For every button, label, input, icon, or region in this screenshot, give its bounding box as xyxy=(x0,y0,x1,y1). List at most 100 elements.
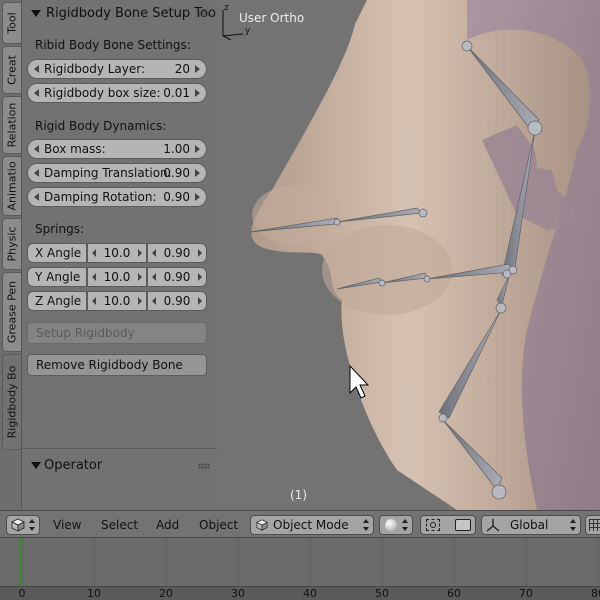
tab-grease-pencil[interactable]: Grease Pen xyxy=(2,272,21,352)
rigidbody-box-size-field[interactable]: Rigidbody box size: 0.01 xyxy=(27,83,207,103)
spring-damping-field[interactable]: 0.90 xyxy=(147,243,207,263)
decrement-arrow-icon[interactable] xyxy=(34,89,39,97)
object-mode-icon xyxy=(256,519,268,531)
button-label: Remove Rigidbody Bone xyxy=(36,358,183,372)
timeline-grid-line xyxy=(22,538,23,586)
tab-physics[interactable]: Physic xyxy=(2,218,21,270)
bone-joint[interactable] xyxy=(378,279,386,287)
orientation-label: Global xyxy=(510,518,549,532)
increment-arrow-icon[interactable] xyxy=(198,273,202,281)
spring-label: X Angle xyxy=(27,243,87,263)
panel-header[interactable]: Rigidbody Bone Setup Tool xyxy=(22,0,220,28)
field-value: 0.90 xyxy=(163,190,190,204)
tab-relations[interactable]: Relation xyxy=(2,96,21,154)
editor-type-button[interactable] xyxy=(6,515,40,535)
bone-joint[interactable] xyxy=(495,302,507,314)
pivot-point-icon[interactable] xyxy=(426,519,440,531)
decrement-arrow-icon[interactable] xyxy=(34,65,39,73)
field-value: 1.00 xyxy=(163,142,190,156)
spring-damping-field[interactable]: 0.90 xyxy=(147,291,207,311)
timeline-ruler[interactable]: 0 10 20 30 40 50 60 70 80 xyxy=(0,586,600,600)
menu-object[interactable]: Object xyxy=(199,518,238,532)
bone-joint[interactable] xyxy=(438,413,448,423)
tab-tool[interactable]: Tool xyxy=(2,2,21,44)
spring-angle-field[interactable]: 10.0 xyxy=(87,243,147,263)
menu-add[interactable]: Add xyxy=(156,518,179,532)
spring-angle-field[interactable]: 10.0 xyxy=(87,267,147,287)
increment-arrow-icon[interactable] xyxy=(195,169,200,177)
timeline-tick-label: 80 xyxy=(591,587,600,600)
tab-label: Rigidbody Bo xyxy=(5,365,19,439)
field-value: 20 xyxy=(174,62,190,76)
drag-grip-icon[interactable] xyxy=(198,463,210,469)
increment-arrow-icon[interactable] xyxy=(195,65,200,73)
spring-row-x: X Angle 10.0 0.90 xyxy=(27,243,207,263)
solid-shading-icon xyxy=(385,519,397,531)
setup-rigidbody-button[interactable]: Setup Rigidbody xyxy=(27,322,207,344)
increment-arrow-icon[interactable] xyxy=(195,193,200,201)
field-label: Damping Rotation: xyxy=(44,190,157,204)
timeline-tick-label: 60 xyxy=(447,587,461,600)
field-value: 0.90 xyxy=(163,166,190,180)
bone-joint[interactable] xyxy=(508,265,518,275)
box-mass-field[interactable]: Box mass: 1.00 xyxy=(27,139,207,159)
view3d-header: View Select Add Object Object Mode Globa… xyxy=(0,510,600,538)
increment-arrow-icon[interactable] xyxy=(138,273,142,281)
spring-damping-field[interactable]: 0.90 xyxy=(147,267,207,287)
timeline-grid-line xyxy=(238,538,239,586)
timeline-tick-label: 10 xyxy=(87,587,101,600)
bone-joint[interactable] xyxy=(423,275,431,283)
mode-dropdown[interactable]: Object Mode xyxy=(250,515,374,535)
spring-label-text: Z Angle xyxy=(35,294,82,308)
timeline-tick-label: 20 xyxy=(159,587,173,600)
bone-joint[interactable] xyxy=(527,120,543,136)
proportional-edit-icon[interactable] xyxy=(455,519,471,531)
decrement-arrow-icon[interactable] xyxy=(34,169,39,177)
viewport-shading-dropdown[interactable] xyxy=(379,515,413,535)
dropdown-arrows-icon xyxy=(402,519,409,531)
increment-arrow-icon[interactable] xyxy=(195,89,200,97)
collapse-triangle-icon[interactable] xyxy=(31,462,41,469)
transform-orientation-dropdown[interactable]: Global xyxy=(481,515,581,535)
bone-joint[interactable] xyxy=(333,218,341,226)
operator-panel[interactable]: Operator xyxy=(22,448,217,510)
increment-arrow-icon[interactable] xyxy=(138,297,142,305)
remove-rigidbody-bone-button[interactable]: Remove Rigidbody Bone xyxy=(27,354,207,376)
damping-translation-field[interactable]: Damping Translation: 0.90 xyxy=(27,163,207,183)
increment-arrow-icon[interactable] xyxy=(138,249,142,257)
playhead[interactable] xyxy=(20,538,22,586)
tab-label: Grease Pen xyxy=(5,280,19,344)
damping-rotation-field[interactable]: Damping Rotation: 0.90 xyxy=(27,187,207,207)
tab-label: Animatio xyxy=(5,161,19,211)
bone-joint[interactable] xyxy=(491,484,507,500)
rigidbody-layer-field[interactable]: Rigidbody Layer: 20 xyxy=(27,59,207,79)
spring-angle-field[interactable]: 10.0 xyxy=(87,291,147,311)
tab-create[interactable]: Creat xyxy=(2,46,21,94)
field-label: Damping Translation: xyxy=(44,166,172,180)
menu-view[interactable]: View xyxy=(53,518,81,532)
collapse-triangle-icon[interactable] xyxy=(31,10,41,17)
3d-viewport[interactable]: User Ortho z y (1) xyxy=(217,0,600,510)
increment-arrow-icon[interactable] xyxy=(195,145,200,153)
timeline[interactable]: 0 10 20 30 40 50 60 70 80 xyxy=(0,538,600,600)
bone-joint[interactable] xyxy=(418,208,428,218)
tab-label: Relation xyxy=(5,102,19,148)
increment-arrow-icon[interactable] xyxy=(198,249,202,257)
axis-z-label: z xyxy=(224,3,229,13)
frame-number-label: (1) xyxy=(290,488,307,502)
menu-select[interactable]: Select xyxy=(101,518,138,532)
decrement-arrow-icon[interactable] xyxy=(34,145,39,153)
bone-joint[interactable] xyxy=(461,40,473,52)
spring-label: Z Angle xyxy=(27,291,87,311)
tab-rigidbody-bone[interactable]: Rigidbody Bo xyxy=(2,354,21,450)
drag-grip-icon[interactable] xyxy=(198,11,210,17)
timeline-grid-line xyxy=(526,538,527,586)
increment-arrow-icon[interactable] xyxy=(198,297,202,305)
spring-label-text: Y Angle xyxy=(35,270,81,284)
decrement-arrow-icon[interactable] xyxy=(34,193,39,201)
tab-animation[interactable]: Animatio xyxy=(2,156,21,216)
tab-label: Physic xyxy=(5,226,19,262)
layers-button[interactable] xyxy=(585,515,600,535)
tab-label: Creat xyxy=(5,55,19,85)
pivot-snap-group[interactable] xyxy=(420,515,476,535)
